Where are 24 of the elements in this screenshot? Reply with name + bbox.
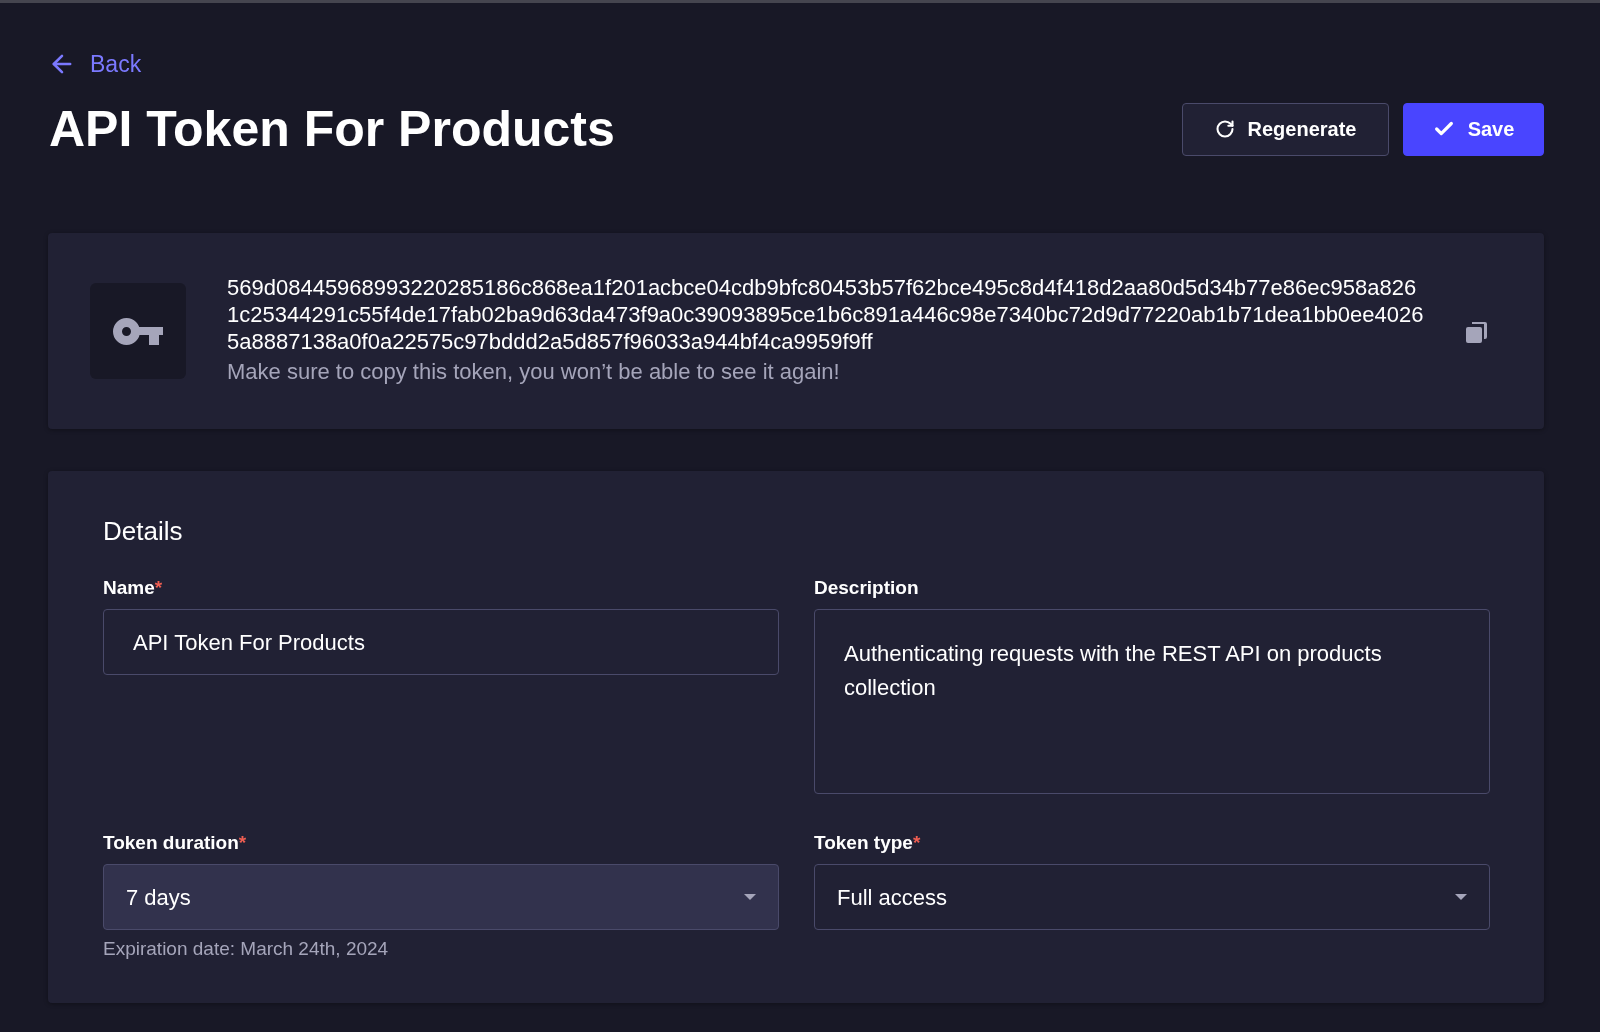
copy-icon[interactable] [1466, 322, 1487, 343]
field-label: Token duration [103, 832, 239, 854]
caret-down-icon [744, 894, 756, 900]
required-asterisk: * [154, 577, 163, 599]
key-icon [113, 317, 163, 345]
page-title: API Token For Products [48, 101, 615, 157]
refresh-icon [1214, 119, 1235, 139]
select-dropdown[interactable]: 7 days [103, 864, 779, 930]
select-dropdown[interactable]: Full access [814, 864, 1490, 930]
expiration-hint: Expiration date: March 24th, 2024 [103, 937, 389, 961]
field-label: Name [103, 577, 155, 599]
regenerate-button[interactable]: Regenerate [1182, 102, 1389, 156]
required-asterisk: * [912, 832, 921, 854]
copy-warning: Make sure to copy this token, you won’t be able to see it again! [227, 358, 841, 386]
name-input[interactable]: API Token For Products [103, 609, 779, 675]
section-heading: Details [103, 515, 183, 547]
description-textarea[interactable]: Authenticating requests with the REST API on products collection [814, 609, 1490, 794]
field-label: Description [814, 577, 919, 599]
caret-down-icon [1455, 894, 1467, 900]
token-value: 569d08445968993220285186c868ea1f201acbce04cdb9bfc80453b57f62bce495c8d4f418d2aa80d5d34b77e86ec958a8261c25344291c55f4de17fab02ba9d63da473f9a0c39093895ce1b6c891a446c98e7340bc72d9d77220ab1b71dea1bb0ee40265a8887138a0f0a22575c97bddd2a5d857f96033a944bf4ca9959f9ff [227, 274, 1425, 355]
back-link[interactable]: Back [48, 50, 142, 78]
required-asterisk: * [238, 832, 247, 854]
save-button[interactable]: Save [1403, 102, 1544, 156]
field-label: Token type [814, 832, 913, 854]
